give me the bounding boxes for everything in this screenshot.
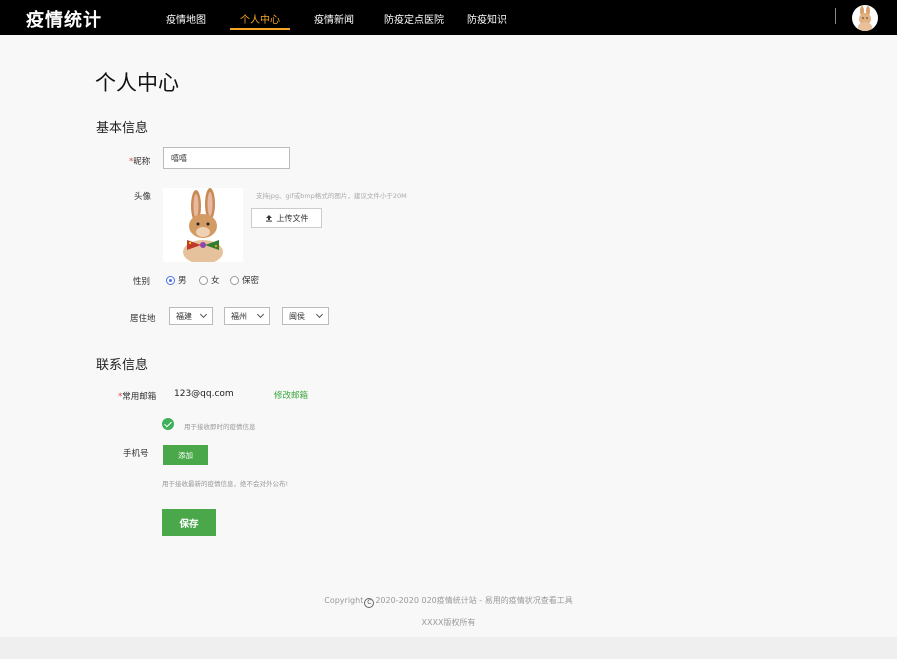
city-select[interactable]: 福州 (224, 307, 270, 325)
gender-label: 性别 (133, 277, 151, 287)
nav-divider (835, 8, 836, 24)
district-select[interactable]: 闽侯 (282, 307, 329, 325)
email-note: 用于接收即时的疫情信息 (184, 423, 256, 431)
gender-option-label: 保密 (242, 276, 260, 286)
email-value: 123@qq.com (174, 389, 234, 399)
residence-label: 居住地 (130, 314, 156, 324)
upload-file-label: 上传文件 (276, 213, 309, 223)
gender-radio-female[interactable]: 女 (199, 274, 220, 286)
copyright-text: 2020-2020 020疫情统计站 - 易用的疫情状况查看工具 (375, 596, 573, 605)
upload-file-button[interactable]: 上传文件 (251, 208, 322, 228)
nav-hospitals[interactable]: 防疫定点医院 (384, 11, 444, 26)
avatar-label: 头像 (134, 192, 152, 202)
nav-knowledge[interactable]: 防疫知识 (467, 11, 507, 26)
top-nav-bar: 疫情统计 疫情地图 个人中心 疫情新闻 防疫定点医院 防疫知识 (0, 0, 897, 35)
edit-email-link[interactable]: 修改邮箱 (274, 389, 308, 401)
chevron-down-icon (199, 310, 208, 319)
copyright-prefix: Copyright (324, 596, 364, 605)
basic-info-heading: 基本信息 (96, 121, 149, 136)
nav-active-indicator (230, 28, 290, 30)
city-value: 福州 (231, 311, 247, 321)
nav-epidemic-map[interactable]: 疫情地图 (166, 11, 206, 26)
page-title: 个人中心 (95, 71, 179, 95)
radio-unchecked-icon (230, 275, 239, 285)
email-label-text: 常用邮箱 (122, 392, 157, 402)
phone-note: 用于接收最新的疫情信息，绝不会对外公布! (162, 480, 289, 488)
district-value: 闽侯 (289, 311, 305, 321)
nav-news[interactable]: 疫情新闻 (314, 11, 354, 26)
contact-info-heading: 联系信息 (96, 358, 149, 373)
radio-checked-icon (166, 275, 175, 285)
email-label: *常用邮箱 (118, 390, 156, 402)
upload-icon (265, 215, 272, 222)
chevron-down-icon (315, 310, 324, 319)
nickname-label: *昵称 (129, 155, 150, 167)
save-button[interactable]: 保存 (162, 509, 216, 536)
user-avatar[interactable] (852, 5, 878, 31)
rabbit-illustration (183, 188, 223, 264)
gender-radio-male[interactable]: 男 (166, 274, 187, 286)
add-phone-button[interactable]: 添加 (163, 445, 208, 465)
footer-rights: XXXX版权所有 (421, 618, 476, 627)
gender-option-label: 女 (211, 276, 220, 286)
gender-option-label: 男 (178, 276, 187, 286)
footer-copyright: Copyright C 2020-2020 020疫情统计站 - 易用的疫情状况查看… (0, 595, 897, 608)
copyright-icon: C (364, 598, 375, 608)
avatar-hint: 支持jpg、gif或bmp格式的图片，建议文件小于20M (256, 192, 407, 200)
nav-personal-center[interactable]: 个人中心 (240, 11, 280, 26)
radio-unchecked-icon (199, 275, 208, 285)
gender-radio-secret[interactable]: 保密 (230, 274, 259, 286)
nickname-input[interactable]: 嘻嘻 (163, 147, 290, 169)
bottom-band (0, 637, 897, 659)
nickname-label-text: 昵称 (133, 157, 151, 167)
site-logo[interactable]: 疫情统计 (26, 6, 102, 32)
province-select[interactable]: 福建 (169, 307, 213, 325)
check-circle-icon (162, 418, 174, 430)
chevron-down-icon (256, 310, 265, 319)
phone-label: 手机号 (123, 449, 149, 459)
province-value: 福建 (176, 311, 192, 321)
avatar-preview (163, 188, 243, 264)
